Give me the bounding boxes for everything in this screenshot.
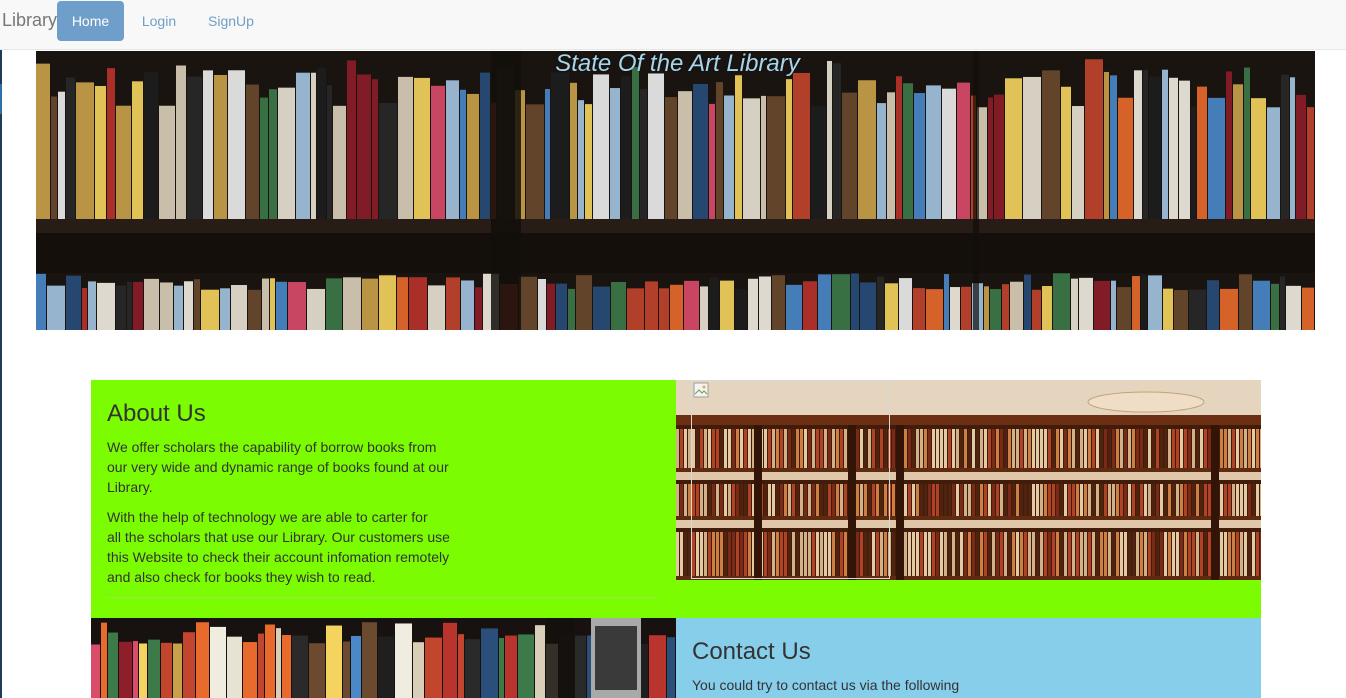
about-p2-line: all the scholars that use our Library. O… (107, 529, 450, 545)
about-p1-line: We offer scholars the capability of borr… (107, 439, 437, 455)
book-spine (481, 628, 498, 698)
book-spine (443, 622, 457, 698)
book-spine (210, 626, 226, 698)
hero-bookshelf-image (36, 51, 1315, 330)
book-spine (173, 643, 182, 698)
book-spine (326, 625, 342, 698)
about-p2-line: With the help of technology we are able … (107, 509, 428, 525)
bookshelf-image-bottom (91, 618, 676, 698)
book-spine (91, 644, 100, 698)
book-spine (458, 634, 464, 698)
about-section: About Us We offer scholars the capabilit… (91, 380, 676, 618)
book-spine (649, 635, 666, 698)
hero-title: State Of the Art Library (36, 51, 1315, 77)
book-spine (133, 641, 138, 698)
book-spine (351, 635, 361, 698)
book-spine (196, 622, 209, 698)
book-stack-inner (595, 626, 637, 690)
book-spine (148, 639, 160, 698)
about-title: About Us (107, 400, 206, 427)
nav-signup[interactable]: SignUp (196, 1, 266, 41)
nav-login[interactable]: Login (130, 1, 188, 41)
about-p1-line: Library. (107, 479, 153, 495)
book-spine (505, 635, 517, 698)
broken-image-placeholder (691, 380, 890, 579)
book-spine (243, 642, 257, 698)
hero-banner: State Of the Art Library (36, 51, 1315, 330)
book-spine (309, 643, 325, 698)
bookshelf-bottom-illustration (91, 618, 676, 698)
book-spine (518, 634, 534, 698)
book-spine (292, 635, 308, 698)
window-edge-accent (0, 84, 2, 114)
book-spine (276, 628, 281, 698)
book-spine (101, 622, 107, 698)
broken-image-icon (693, 382, 709, 398)
nav-home[interactable]: Home (57, 1, 124, 41)
book-spine (119, 641, 132, 698)
hero-title-text: State Of the Art Library (555, 51, 800, 77)
book-spine (227, 636, 242, 698)
contact-title: Contact Us (692, 638, 811, 665)
about-p2-line: and also check for books they wish to re… (107, 569, 376, 585)
book-spine (465, 639, 480, 698)
book-spine (139, 643, 147, 698)
book-spine (362, 622, 377, 698)
shelf-divider (546, 618, 574, 698)
book-spine (499, 637, 504, 698)
book-spine (108, 632, 118, 698)
about-paragraph-1: We offer scholars the capability of borr… (107, 437, 449, 497)
about-section-strip (676, 580, 1261, 618)
book-spine (265, 624, 275, 698)
navbar-brand[interactable]: Library (2, 10, 57, 31)
contact-text: You could try to contact us via the foll… (692, 677, 960, 693)
book-spine (425, 637, 442, 698)
book-spine (343, 641, 350, 698)
book-spine (378, 636, 394, 698)
about-p1-line: our very wide and dynamic range of books… (107, 459, 449, 475)
book-spine (667, 637, 675, 698)
navbar: Library Home Login SignUp (0, 0, 1346, 50)
book-spine (258, 633, 264, 698)
book-spine (535, 625, 545, 698)
contact-section: Contact Us You could try to contact us v… (676, 618, 1261, 698)
about-p2-line: this Website to check their account info… (107, 549, 450, 565)
book-spine (183, 632, 195, 698)
book-spine (395, 623, 412, 698)
about-paragraph-2: With the help of technology we are able … (107, 507, 450, 587)
book-spine (161, 642, 172, 698)
book-spine (282, 635, 291, 698)
book-spine (413, 642, 424, 698)
about-divider (107, 597, 659, 598)
book-spine (575, 635, 586, 698)
